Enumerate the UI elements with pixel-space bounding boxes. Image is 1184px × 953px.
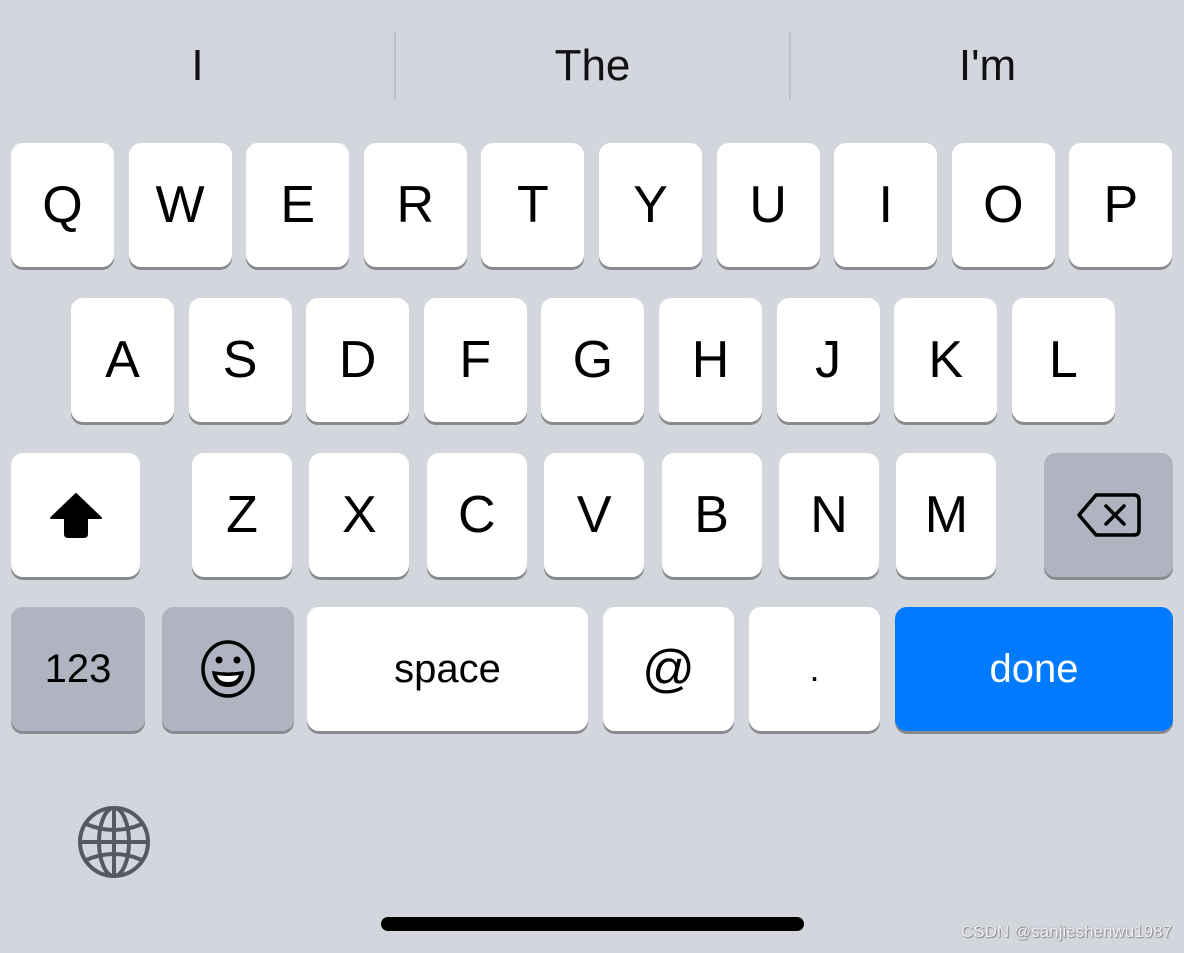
suggestion-bar: I The I'm — [0, 0, 1184, 135]
key-label: B — [694, 486, 729, 544]
key-label: R — [396, 176, 435, 234]
key-a[interactable]: A — [71, 298, 174, 422]
key-k[interactable]: K — [894, 298, 998, 422]
key-label: A — [105, 331, 140, 389]
key-o[interactable]: O — [951, 143, 1055, 267]
at-label: @ — [642, 640, 695, 698]
key-u[interactable]: U — [716, 143, 820, 267]
home-indicator[interactable] — [381, 917, 804, 931]
key-label: F — [459, 331, 492, 389]
key-label: Y — [633, 176, 668, 234]
key-s[interactable]: S — [188, 298, 292, 422]
key-label: P — [1103, 176, 1139, 234]
key-label: C — [458, 486, 496, 544]
key-label: D — [338, 331, 377, 389]
numbers-key[interactable]: 123 — [11, 607, 145, 731]
period-key[interactable]: . — [749, 607, 880, 731]
period-label: . — [809, 648, 820, 689]
key-label: O — [983, 176, 1024, 234]
shift-key[interactable] — [11, 453, 140, 577]
key-x[interactable]: X — [309, 453, 410, 577]
key-label: M — [924, 486, 969, 544]
key-v[interactable]: V — [544, 453, 645, 577]
key-d[interactable]: D — [306, 298, 410, 422]
key-label: E — [280, 176, 316, 234]
space-key[interactable]: space — [307, 607, 588, 731]
emoji-icon — [201, 640, 255, 698]
key-label: Q — [42, 176, 83, 234]
key-label: T — [517, 176, 549, 234]
key-label: I — [878, 176, 893, 234]
key-label: V — [576, 486, 612, 544]
key-f[interactable]: F — [423, 298, 527, 422]
shift-icon — [49, 493, 102, 538]
watermark: CSDN @sanjieshenwu1987 — [961, 922, 1172, 941]
delete-backspace-icon — [1076, 493, 1141, 537]
key-i[interactable]: I — [834, 143, 938, 267]
key-label: W — [155, 176, 205, 234]
suggestion-3[interactable]: I'm — [791, 32, 1184, 100]
suggestion-1[interactable]: I — [0, 32, 395, 100]
numbers-label: 123 — [44, 647, 112, 691]
key-c[interactable]: C — [426, 453, 527, 577]
key-label: Z — [226, 486, 258, 544]
key-label: H — [691, 331, 730, 389]
globe-icon[interactable] — [76, 804, 152, 880]
key-b[interactable]: B — [661, 453, 762, 577]
emoji-key[interactable] — [162, 607, 294, 731]
at-key[interactable]: @ — [603, 607, 734, 731]
key-j[interactable]: J — [776, 298, 880, 422]
key-l[interactable]: L — [1011, 298, 1115, 422]
space-label: space — [394, 647, 501, 691]
key-m[interactable]: M — [896, 453, 997, 577]
key-n[interactable]: N — [779, 453, 879, 577]
key-e[interactable]: E — [246, 143, 350, 267]
key-g[interactable]: G — [541, 298, 645, 422]
key-z[interactable]: Z — [192, 453, 292, 577]
key-label: S — [222, 331, 258, 389]
key-label: L — [1048, 331, 1078, 389]
key-y[interactable]: Y — [599, 143, 702, 267]
delete-key[interactable] — [1044, 453, 1173, 577]
key-label: U — [749, 176, 787, 234]
suggestion-2[interactable]: The — [396, 32, 789, 100]
key-w[interactable]: W — [128, 143, 232, 267]
key-h[interactable]: H — [659, 298, 762, 422]
key-r[interactable]: R — [363, 143, 467, 267]
key-label: K — [928, 331, 964, 389]
key-p[interactable]: P — [1069, 143, 1173, 267]
key-label: X — [342, 486, 377, 544]
done-key[interactable]: done — [895, 607, 1173, 731]
key-t[interactable]: T — [481, 143, 585, 267]
key-label: G — [572, 331, 614, 389]
key-q[interactable]: Q — [11, 143, 114, 267]
key-label: J — [815, 331, 842, 389]
key-label: N — [810, 486, 848, 544]
done-label: done — [989, 647, 1079, 691]
